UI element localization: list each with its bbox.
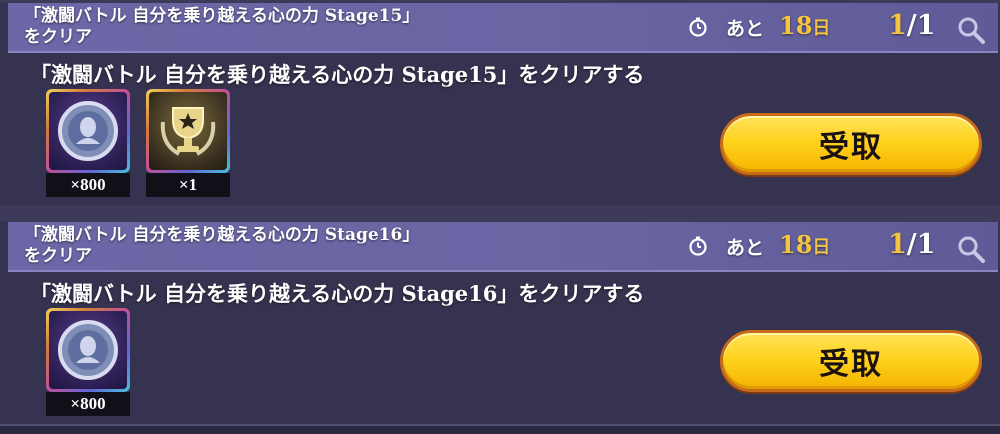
mission-title: 「激闘バトル 自分を乗り越える心の力 Stage16」 をクリア <box>24 225 420 266</box>
progress-total: 1 <box>916 10 936 41</box>
remaining-days-unit: 日 <box>812 237 831 258</box>
reward-inner <box>49 311 127 389</box>
remaining-days-value: 18 <box>779 11 813 40</box>
reward-item[interactable]: ×1 <box>146 89 234 199</box>
claim-button-label: 受取 <box>819 347 883 382</box>
search-icon[interactable] <box>956 234 986 264</box>
progress-separator: / <box>906 10 917 41</box>
progress-current: 1 <box>888 10 907 41</box>
reward-inner <box>149 92 227 170</box>
reward-inner <box>49 92 127 170</box>
mission-header: 「激闘バトル 自分を乗り越える心の力 Stage16」 をクリア あと 18日 … <box>8 222 998 272</box>
trophy-icon <box>160 107 216 156</box>
claim-button-label: 受取 <box>819 130 883 165</box>
mission-description: 「激闘バトル 自分を乗り越える心の力 Stage15」をクリアする <box>30 62 645 87</box>
reward-item[interactable]: ×800 <box>46 89 134 199</box>
remaining-days-unit: 日 <box>812 18 831 39</box>
mission-progress: 1/1 <box>888 10 935 41</box>
remaining-days-value: 18 <box>779 230 813 259</box>
mission-card: 「激闘バトル 自分を乗り越える心の力 Stage15」 をクリア あと 18日 … <box>0 3 1000 206</box>
mission-progress: 1/1 <box>888 229 935 260</box>
stopwatch-icon <box>689 17 707 37</box>
search-icon[interactable] <box>956 15 986 45</box>
reward-frame <box>46 308 130 392</box>
claim-button[interactable]: 受取 <box>720 330 982 392</box>
remaining-label: あと <box>726 18 765 40</box>
reward-quantity: ×1 <box>146 173 230 197</box>
character-medal-icon <box>58 320 118 380</box>
remaining-days: 18日 <box>779 11 830 40</box>
reward-quantity: ×800 <box>46 173 130 197</box>
mission-title: 「激闘バトル 自分を乗り越える心の力 Stage15」 をクリア <box>24 6 420 47</box>
reward-item[interactable]: ×800 <box>46 308 134 418</box>
mission-description: 「激闘バトル 自分を乗り越える心の力 Stage16」をクリアする <box>30 281 645 306</box>
claim-button[interactable]: 受取 <box>720 113 982 175</box>
divider <box>0 206 1000 222</box>
stopwatch-icon <box>689 236 707 256</box>
mission-header: 「激闘バトル 自分を乗り越える心の力 Stage15」 をクリア あと 18日 … <box>8 3 998 53</box>
progress-total: 1 <box>916 229 936 260</box>
reward-frame <box>46 89 130 173</box>
mission-card: 「激闘バトル 自分を乗り越える心の力 Stage16」 をクリア あと 18日 … <box>0 222 1000 424</box>
bottom-edge <box>0 424 1000 434</box>
progress-current: 1 <box>888 229 907 260</box>
remaining-days: 18日 <box>779 230 830 259</box>
reward-frame <box>146 89 230 173</box>
reward-quantity: ×800 <box>46 392 130 416</box>
character-medal-icon <box>58 101 118 161</box>
progress-separator: / <box>906 229 917 260</box>
remaining-label: あと <box>726 237 765 259</box>
